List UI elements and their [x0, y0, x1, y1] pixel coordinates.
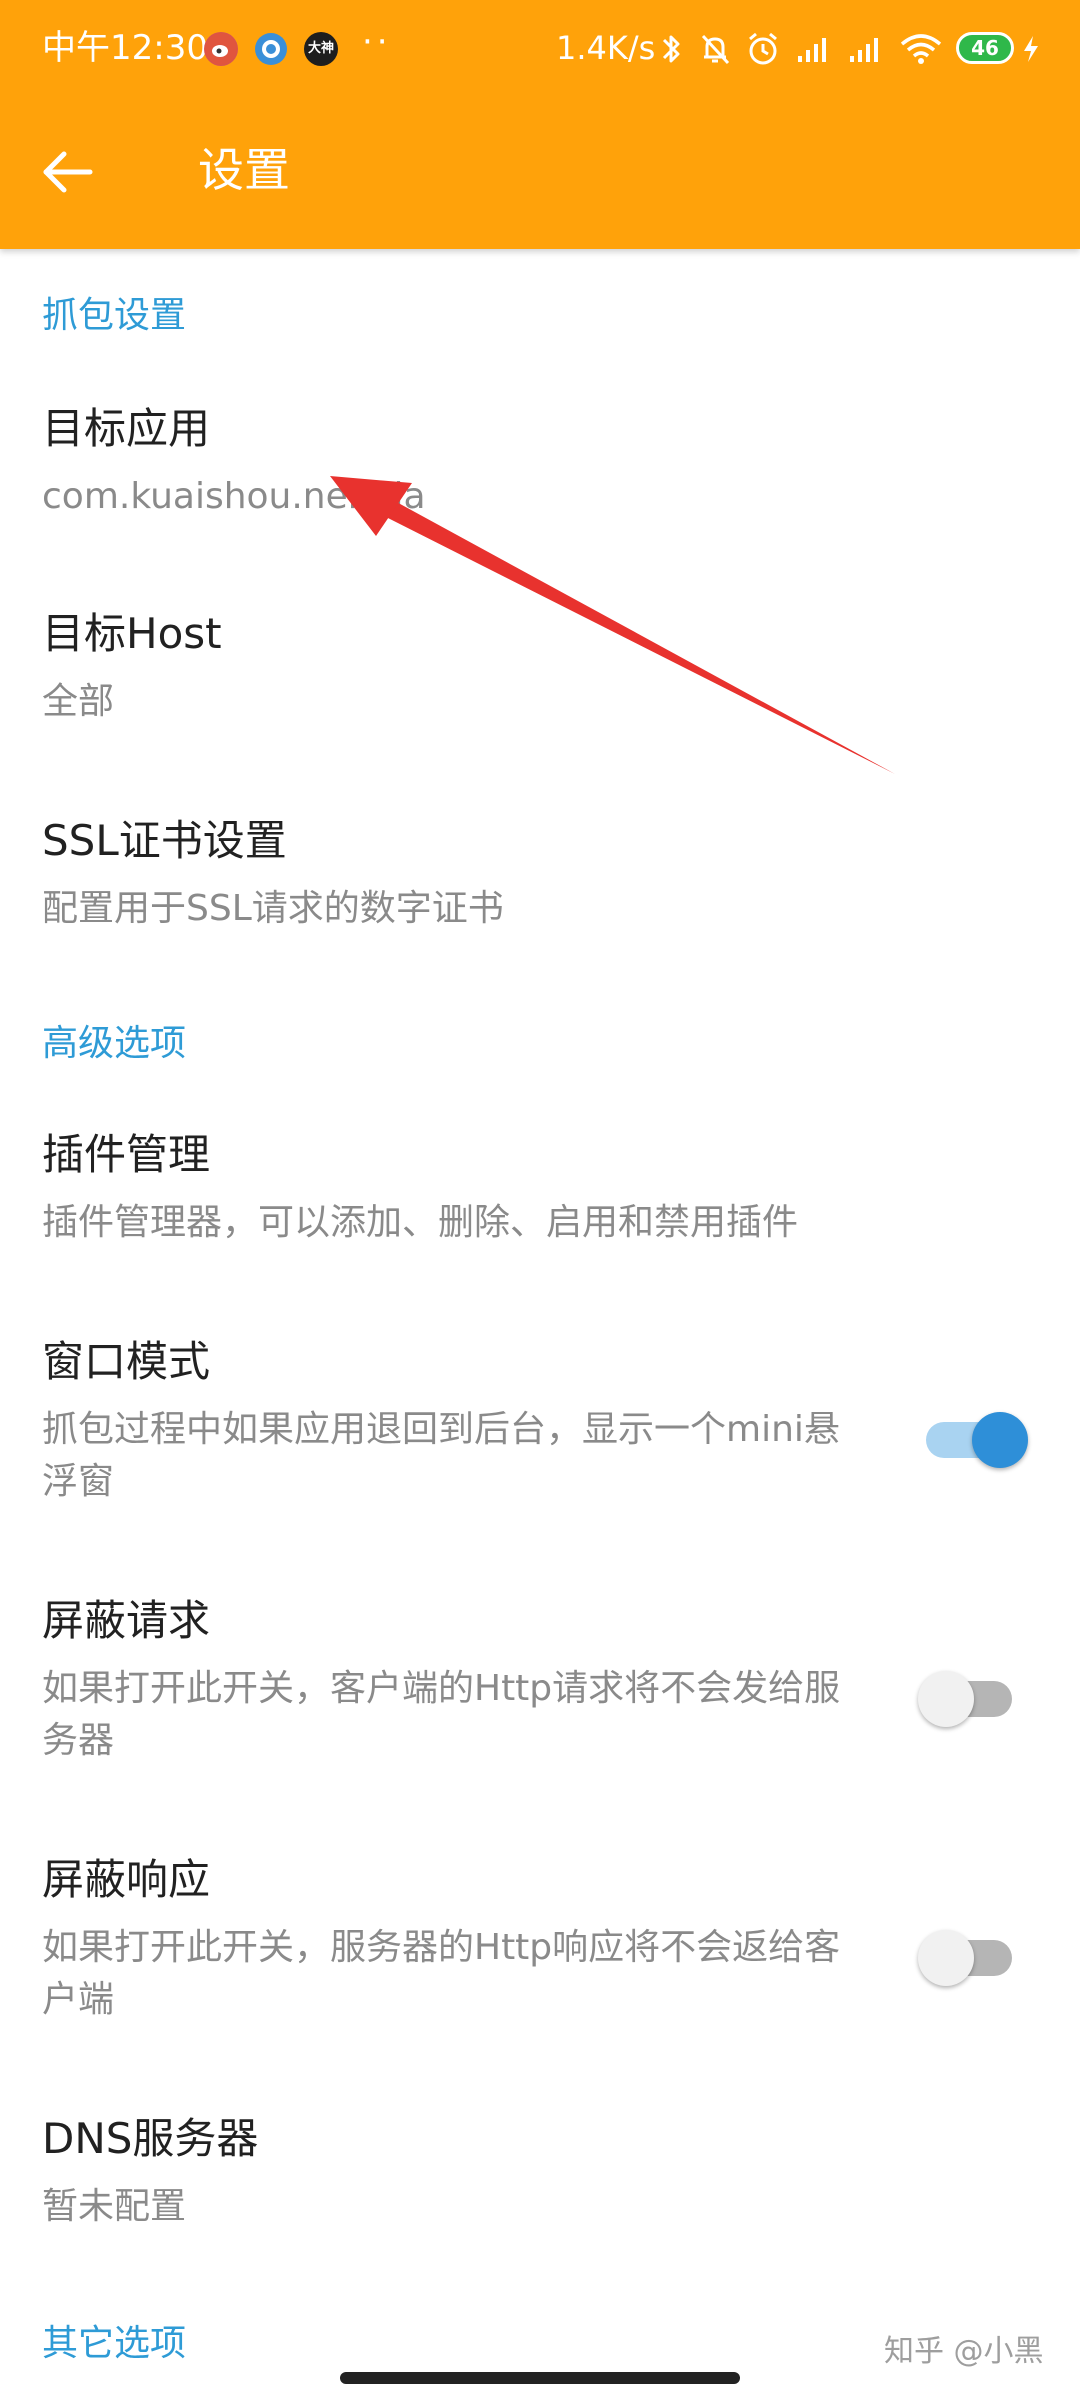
section-header-advanced: 高级选项	[42, 1023, 187, 1064]
pref-block-response[interactable]: 屏蔽响应 如果打开此开关，服务器的Http响应将不会返给客户端	[0, 1830, 1080, 2070]
mute-icon	[701, 34, 730, 65]
arrow-left-icon	[43, 151, 93, 193]
chat-bubble-icon	[254, 32, 288, 66]
pref-summary: 全部	[42, 681, 115, 722]
pref-title: 屏蔽请求	[42, 1596, 211, 1645]
pref-summary: 抓包过程中如果应用退回到后台，显示一个mini悬浮窗	[42, 1409, 840, 1502]
alarm-icon	[749, 32, 777, 65]
status-time: 中午12:30	[42, 28, 208, 68]
section-header-capture: 抓包设置	[42, 295, 187, 336]
pref-title: 目标Host	[42, 609, 222, 658]
pref-summary: 如果打开此开关，客户端的Http请求将不会发给服务器	[42, 1668, 841, 1761]
pref-window-mode[interactable]: 窗口模式 抓包过程中如果应用退回到后台，显示一个mini悬浮窗	[0, 1312, 1080, 1552]
network-speed: 1.4K/s	[556, 29, 656, 67]
pref-title: SSL证书设置	[42, 816, 287, 865]
pref-target-host[interactable]: 目标Host 全部	[0, 584, 1080, 774]
pref-ssl-certificate[interactable]: SSL证书设置 配置用于SSL请求的数字证书	[0, 791, 1080, 981]
pref-summary: 暂未配置	[42, 2186, 187, 2227]
status-bar: 中午12:30 大神 ·· 1.4K/s 46	[0, 0, 1080, 96]
pref-title: 目标应用	[42, 404, 211, 453]
toggle-thumb	[918, 1930, 974, 1986]
dashen-app-icon: 大神	[304, 32, 338, 66]
charging-icon	[1024, 36, 1038, 62]
signal-icon	[798, 38, 826, 62]
page-title: 设置	[198, 143, 290, 197]
weibo-icon	[204, 32, 238, 66]
watermark: 知乎 @小黑	[884, 2334, 1044, 2369]
pref-title: 屏蔽响应	[42, 1855, 211, 1904]
pref-summary: 如果打开此开关，服务器的Http响应将不会返给客户端	[42, 1927, 841, 2020]
pref-target-app[interactable]: 目标应用 com.kuaishou.nebula	[0, 379, 1080, 569]
app-header: 中午12:30 大神 ·· 1.4K/s 46 设置	[0, 0, 1080, 249]
settings-screen: 中午12:30 大神 ·· 1.4K/s 46 设置 抓包设置 目标应用 com…	[0, 0, 1080, 2400]
pref-title: 插件管理	[42, 1130, 211, 1179]
home-indicator[interactable]	[340, 2372, 740, 2384]
signal-icon	[850, 38, 878, 62]
block-response-toggle[interactable]	[918, 1928, 1028, 1988]
section-header-other: 其它选项	[42, 2323, 187, 2364]
window-mode-toggle[interactable]	[918, 1410, 1028, 1470]
dashen-app-label: 大神	[307, 41, 334, 56]
bluetooth-icon	[662, 35, 680, 63]
pref-summary: 插件管理器，可以添加、删除、启用和禁用插件	[42, 1202, 799, 1243]
pref-title: DNS服务器	[42, 2114, 259, 2163]
pref-summary: com.kuaishou.nebula	[42, 476, 426, 517]
back-button[interactable]	[28, 132, 108, 212]
block-request-toggle[interactable]	[918, 1669, 1028, 1729]
pref-title: 窗口模式	[42, 1337, 211, 1386]
wifi-icon	[900, 34, 942, 64]
settings-list: 抓包设置 目标应用 com.kuaishou.nebula 目标Host 全部 …	[0, 249, 1080, 2400]
pref-dns-server[interactable]: DNS服务器 暂未配置	[0, 2089, 1080, 2279]
toggle-thumb	[972, 1412, 1028, 1468]
toolbar: 设置	[0, 96, 1080, 249]
pref-plugin-manager[interactable]: 插件管理 插件管理器，可以添加、删除、启用和禁用插件	[0, 1105, 1080, 1295]
toggle-thumb	[918, 1671, 974, 1727]
more-notifications-indicator: ··	[362, 22, 392, 62]
battery-icon: 46	[956, 32, 1014, 64]
pref-block-request[interactable]: 屏蔽请求 如果打开此开关，客户端的Http请求将不会发给服务器	[0, 1571, 1080, 1811]
pref-summary: 配置用于SSL请求的数字证书	[42, 888, 504, 929]
